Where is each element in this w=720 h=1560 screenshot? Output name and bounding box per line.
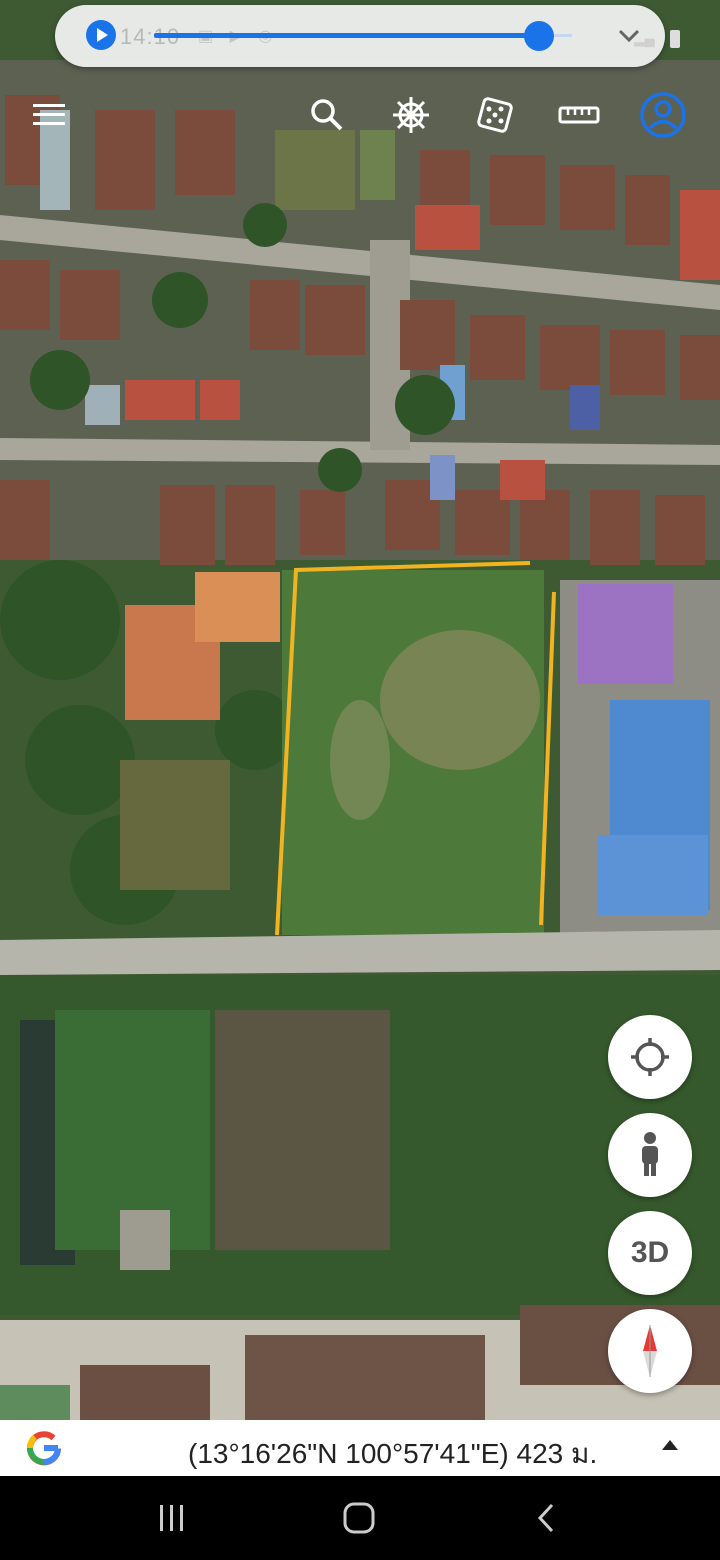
recent-apps-icon[interactable] [142, 1496, 202, 1540]
play-icon[interactable] [86, 20, 116, 50]
3d-toggle-button[interactable]: 3D [608, 1211, 692, 1295]
ruler-icon[interactable] [554, 90, 604, 140]
satellite-imagery [0, 0, 720, 1420]
google-logo-icon [27, 1431, 61, 1466]
voyager-wheel-icon[interactable] [386, 90, 436, 140]
account-icon[interactable] [638, 90, 688, 140]
coordinate-info-bar[interactable]: (13°16'26"N 100°57'41"E) 423 ม. [0, 1420, 720, 1476]
volume-thumb[interactable] [523, 21, 554, 51]
volume-fill [154, 33, 539, 38]
home-icon[interactable] [329, 1496, 389, 1540]
satellite-map[interactable] [0, 0, 720, 1420]
search-icon[interactable] [302, 90, 352, 140]
back-icon[interactable] [516, 1496, 576, 1540]
street-view-button[interactable] [608, 1113, 692, 1197]
compass-icon [643, 1325, 657, 1377]
my-location-button[interactable] [608, 1015, 692, 1099]
system-nav-bar [0, 1476, 720, 1560]
3d-label: 3D [630, 1236, 670, 1269]
dice-icon[interactable] [470, 90, 520, 140]
signal-icon: ▂▄ [634, 30, 655, 46]
pegman-icon [642, 1132, 658, 1176]
expand-up-icon[interactable] [662, 1440, 678, 1450]
crosshair-icon [631, 1038, 669, 1076]
menu-icon[interactable] [24, 90, 74, 140]
coordinates-text: (13°16'26"N 100°57'41"E) 423 ม. [188, 1438, 598, 1469]
compass-button[interactable] [608, 1309, 692, 1393]
battery-icon [670, 30, 680, 48]
